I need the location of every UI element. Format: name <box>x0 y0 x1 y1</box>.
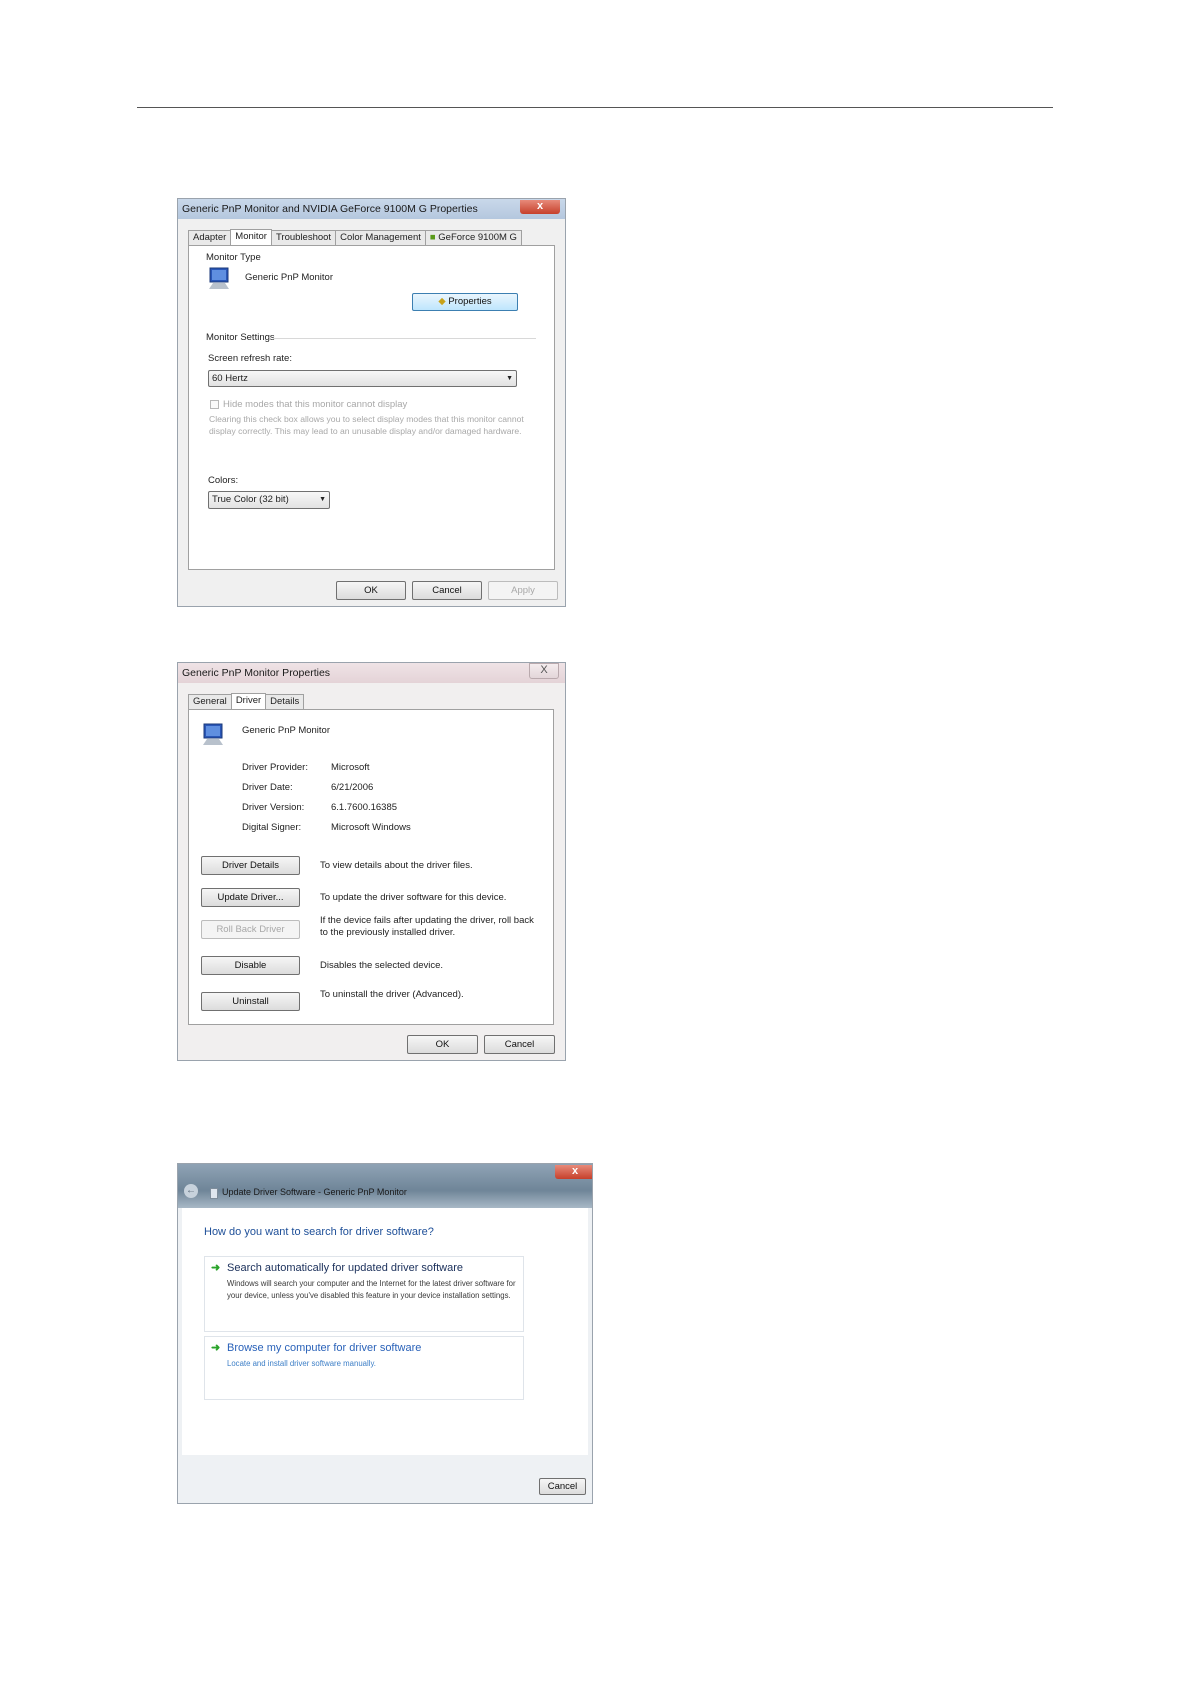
tab-general[interactable]: General <box>188 694 232 709</box>
ok-button[interactable]: OK <box>407 1035 478 1054</box>
update-driver-wizard-window: x ← Update Driver Software - Generic PnP… <box>177 1163 593 1504</box>
driver-date-value: 6/21/2006 <box>331 782 374 793</box>
green-arrow-icon: ➜ <box>211 1262 221 1274</box>
green-arrow-icon: ➜ <box>211 1342 221 1354</box>
tab-driver[interactable]: Driver <box>230 693 267 709</box>
monitor-icon <box>209 267 229 289</box>
colors-select[interactable]: True Color (32 bit) ▼ <box>208 491 330 509</box>
monitor-type-label: Monitor Type <box>206 252 261 263</box>
option2-title: Browse my computer for driver software <box>227 1342 422 1354</box>
option1-title: Search automatically for updated driver … <box>227 1262 464 1274</box>
tab-geforce-label: GeForce 9100M G <box>438 232 517 243</box>
refresh-rate-select[interactable]: 60 Hertz ▼ <box>208 370 517 387</box>
wizard-title: Update Driver Software - Generic PnP Mon… <box>222 1187 407 1197</box>
shield-icon: ◆ <box>438 296 446 307</box>
driver-details-desc: To view details about the driver files. <box>320 860 473 871</box>
close-icon[interactable]: x <box>555 1165 592 1179</box>
monitor-properties-window: Generic PnP Monitor and NVIDIA GeForce 9… <box>177 198 566 607</box>
digital-signer-label: Digital Signer: <box>242 822 302 833</box>
apply-button[interactable]: Apply <box>488 581 558 600</box>
update-driver-button[interactable]: Update Driver... <box>201 888 300 907</box>
digital-signer-value: Microsoft Windows <box>331 822 411 833</box>
driver-properties-titlebar: Generic PnP Monitor Properties <box>178 663 565 683</box>
monitor-tab-panel: Monitor Type Generic PnP Monitor ◆ Prope… <box>188 245 555 570</box>
chevron-down-icon: ▼ <box>319 496 326 503</box>
back-arrow-icon[interactable]: ← <box>184 1184 198 1198</box>
driver-provider-value: Microsoft <box>331 762 370 773</box>
driver-version-label: Driver Version: <box>242 802 305 813</box>
monitor-name: Generic PnP Monitor <box>245 272 334 283</box>
close-icon[interactable]: x <box>520 200 560 214</box>
tab-color-management[interactable]: Color Management <box>335 230 426 245</box>
refresh-rate-value: 60 Hertz <box>212 373 248 384</box>
hide-modes-description: Clearing this check box allows you to se… <box>209 414 524 436</box>
disable-desc: Disables the selected device. <box>320 960 444 971</box>
window-title: Generic PnP Monitor and NVIDIA GeForce 9… <box>182 203 478 215</box>
search-automatically-option[interactable]: ➜ Search automatically for updated drive… <box>204 1256 524 1332</box>
tab-strip: Adapter Monitor Troubleshoot Color Manag… <box>188 229 522 245</box>
driver-provider-label: Driver Provider: <box>242 762 308 773</box>
wizard-header: x ← Update Driver Software - Generic PnP… <box>178 1164 592 1208</box>
monitor-properties-titlebar: Generic PnP Monitor and NVIDIA GeForce 9… <box>178 199 565 219</box>
ok-button[interactable]: OK <box>336 581 406 600</box>
refresh-rate-label: Screen refresh rate: <box>208 353 292 364</box>
option2-description: Locate and install driver software manua… <box>227 1359 376 1368</box>
device-name: Generic PnP Monitor <box>242 725 331 736</box>
driver-tab-panel: Generic PnP Monitor Driver Provider: Mic… <box>188 709 554 1025</box>
driver-version-value: 6.1.7600.16385 <box>331 802 398 813</box>
tab-monitor[interactable]: Monitor <box>230 229 272 245</box>
option1-description: Windows will search your computer and th… <box>227 1279 516 1300</box>
colors-value: True Color (32 bit) <box>212 494 289 505</box>
tab-adapter[interactable]: Adapter <box>188 230 232 245</box>
hide-modes-checkbox[interactable] <box>210 400 219 409</box>
colors-label: Colors: <box>208 475 239 486</box>
uninstall-button[interactable]: Uninstall <box>201 992 300 1011</box>
cancel-button[interactable]: Cancel <box>412 581 482 600</box>
driver-properties-window: Generic PnP Monitor Properties X General… <box>177 662 566 1061</box>
cancel-button[interactable]: Cancel <box>484 1035 555 1054</box>
close-icon[interactable]: X <box>529 663 559 679</box>
driver-wizard-icon <box>210 1188 218 1199</box>
wizard-question: How do you want to search for driver sof… <box>204 1226 434 1238</box>
disable-button[interactable]: Disable <box>201 956 300 975</box>
monitor-settings-label: Monitor Settings <box>206 332 275 343</box>
update-driver-desc: To update the driver software for this d… <box>320 892 507 903</box>
monitor-icon <box>203 723 223 745</box>
driver-details-button[interactable]: Driver Details <box>201 856 300 875</box>
tab-geforce[interactable]: ■ GeForce 9100M G <box>424 230 522 245</box>
page-header-rule <box>137 107 1053 108</box>
settings-divider <box>273 338 536 339</box>
browse-computer-option[interactable]: ➜ Browse my computer for driver software… <box>204 1336 524 1400</box>
chevron-down-icon: ▼ <box>506 375 513 382</box>
properties-button-label: Properties <box>448 296 492 307</box>
cancel-button[interactable]: Cancel <box>539 1478 586 1495</box>
properties-button[interactable]: ◆ Properties <box>412 293 518 311</box>
tab-troubleshoot[interactable]: Troubleshoot <box>270 230 337 245</box>
uninstall-desc: To uninstall the driver (Advanced). <box>320 989 464 1000</box>
tab-details[interactable]: Details <box>265 694 305 709</box>
window-title: Generic PnP Monitor Properties <box>182 667 331 679</box>
hide-modes-label: Hide modes that this monitor cannot disp… <box>223 399 408 410</box>
nvidia-icon: ■ <box>429 232 436 243</box>
roll-back-driver-desc: If the device fails after updating the d… <box>320 915 534 938</box>
tab-strip: General Driver Details <box>188 693 305 709</box>
driver-date-label: Driver Date: <box>242 782 293 793</box>
roll-back-driver-button[interactable]: Roll Back Driver <box>201 920 300 939</box>
